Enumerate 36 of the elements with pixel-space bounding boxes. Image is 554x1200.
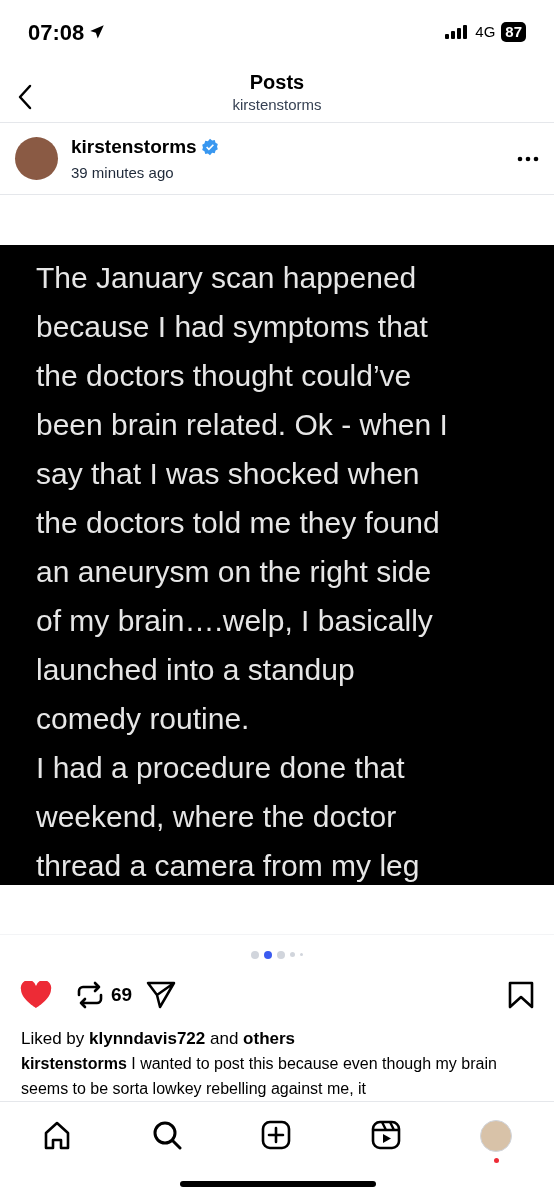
slide-text-line: of my brain….welp, I basically (36, 602, 434, 639)
page-subtitle: kirstenstorms (232, 94, 322, 115)
slide-text-line: I had a procedure done that (36, 749, 406, 786)
location-arrow-icon (88, 23, 107, 41)
slide-text-line: the doctors told me they found (36, 504, 441, 541)
repost-count: 69 (111, 982, 133, 1007)
reels-icon[interactable] (370, 1120, 401, 1150)
network-label: 4G (475, 21, 496, 42)
back-icon[interactable] (18, 84, 32, 110)
caption-text: kirstenstorms I wanted to post this because even though my brain seems to be sorta lowkey rebelling against me, it (20, 1054, 498, 1099)
slide-text-line: been brain related. Ok - when I (36, 406, 449, 443)
post-time: 39 minutes ago (71, 162, 175, 183)
page-title: Posts (249, 69, 305, 94)
home-icon[interactable] (42, 1120, 72, 1150)
slide-text-line: comedy routine. (36, 700, 251, 737)
avatar[interactable] (15, 137, 58, 180)
battery-level: 87 (501, 22, 526, 42)
more-icon[interactable] (517, 155, 539, 162)
heart-icon[interactable] (20, 981, 52, 1009)
username[interactable]: kirstenstorms (71, 133, 197, 162)
slide-text-line: the doctors thought could’ve (36, 357, 413, 394)
slide-text-line: The January scan happened (36, 259, 418, 296)
slide-text-line: say that I was shocked when (36, 455, 421, 492)
slide-text-line: because I had symptoms that (36, 308, 429, 345)
send-icon[interactable] (146, 981, 177, 1009)
status-time: 07:08 (28, 18, 85, 47)
bookmark-icon[interactable] (508, 981, 534, 1009)
liked-by-text: Liked by klynndavis722 and others (20, 1028, 297, 1050)
slide-text-line: weekend, where the doctor (36, 798, 398, 835)
repost-icon[interactable] (77, 980, 103, 1010)
slide-text-line: launched into a standup (36, 651, 356, 688)
create-icon[interactable] (261, 1120, 291, 1150)
signal-icon (445, 25, 470, 39)
slide-text-line: thread a camera from my leg (36, 847, 421, 884)
slide-text-line: an aneurysm on the right side (36, 553, 433, 590)
search-icon[interactable] (151, 1120, 182, 1150)
